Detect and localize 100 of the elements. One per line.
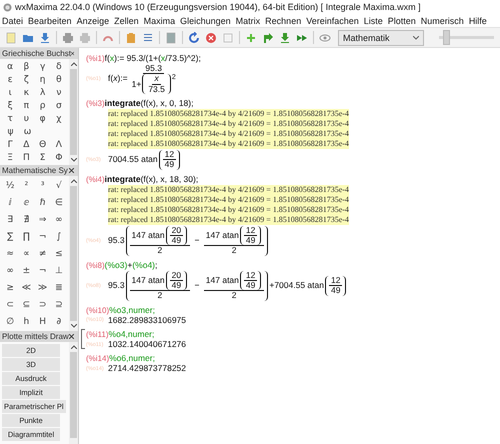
symbol-button[interactable]: θ <box>50 74 67 84</box>
symbol-button[interactable]: Δ <box>18 140 34 150</box>
printer-icon[interactable] <box>62 32 74 44</box>
symbol-button[interactable]: φ <box>34 114 51 124</box>
symbol-button[interactable]: ⊂ <box>2 300 18 310</box>
cell-bracket[interactable] <box>81 329 85 350</box>
symbol-button[interactable]: ¬ <box>34 232 51 242</box>
eye-icon[interactable] <box>319 32 331 44</box>
arrow-icon[interactable] <box>262 32 274 44</box>
refresh-icon[interactable] <box>188 32 200 44</box>
symbol-button[interactable]: Λ <box>50 140 67 150</box>
symbol-button[interactable]: ∏ <box>18 232 34 242</box>
symbol-button[interactable]: υ <box>18 114 34 124</box>
symbol-button[interactable]: η <box>34 74 51 84</box>
symbol-button[interactable]: ∞ <box>2 266 18 276</box>
symbol-button[interactable]: Ξ <box>2 152 18 162</box>
symbol-button[interactable]: ∈ <box>50 198 67 208</box>
symbol-button[interactable]: δ <box>50 62 67 72</box>
menu-item[interactable]: Hilfe <box>468 16 487 26</box>
close-icon[interactable] <box>69 168 74 173</box>
symbol-button[interactable]: ∄ <box>18 214 34 224</box>
symbol-button[interactable]: Π <box>18 152 34 162</box>
symbol-button[interactable]: Σ <box>34 152 51 162</box>
menu-item[interactable]: Bearbeiten <box>28 16 72 26</box>
stop-icon[interactable] <box>205 32 217 44</box>
clipboard-icon[interactable] <box>125 32 137 44</box>
input-code[interactable]: %o6,numer; <box>109 353 155 364</box>
symbol-button[interactable]: H <box>34 316 51 326</box>
menu-item[interactable]: Gleichungen <box>180 16 231 26</box>
scrollbar[interactable] <box>69 59 78 165</box>
symbol-button[interactable]: ℏ <box>34 198 51 208</box>
input-code[interactable]: (%o3)+(%o4); <box>104 260 158 270</box>
symbol-button[interactable]: ⊆ <box>18 300 34 310</box>
symbol-button[interactable]: Φ <box>50 152 67 162</box>
symbol-button[interactable]: γ <box>34 62 51 72</box>
symbol-button[interactable]: ω <box>19 126 36 136</box>
symbol-button[interactable]: ⇒ <box>34 214 51 224</box>
save-icon[interactable] <box>39 32 51 44</box>
menu-item[interactable]: Plotten <box>388 16 416 26</box>
plus-icon[interactable] <box>245 32 257 44</box>
symbol-button[interactable]: α <box>2 62 18 72</box>
close-icon[interactable] <box>70 51 74 56</box>
symbol-button[interactable]: ≥ <box>2 282 18 292</box>
symbol-button[interactable]: β <box>18 62 34 72</box>
symbol-button[interactable]: ⊥ <box>50 266 67 276</box>
symbol-button[interactable]: χ <box>50 114 67 124</box>
symbol-button[interactable]: ι <box>2 88 18 98</box>
symbol-button[interactable]: ρ <box>34 100 51 110</box>
symbol-button[interactable]: λ <box>34 88 51 98</box>
symbol-button[interactable]: ≪ <box>18 282 34 292</box>
symbol-button[interactable]: ≣ <box>50 282 67 292</box>
menu-item[interactable]: Numerisch <box>420 16 464 26</box>
symbol-button[interactable]: ≫ <box>34 282 51 292</box>
symbol-button[interactable]: ∑ <box>2 232 18 242</box>
symbol-button[interactable]: √ <box>50 180 67 190</box>
input-code[interactable]: integrate(f(x), x, 0, 18); <box>104 98 194 108</box>
symbol-button[interactable]: ⊇ <box>50 300 67 310</box>
scrollbar[interactable] <box>69 176 78 331</box>
symbol-button[interactable]: ∅ <box>2 316 18 326</box>
symbol-button[interactable]: ⊃ <box>34 300 51 310</box>
symbol-button[interactable]: ± <box>18 266 34 276</box>
symbol-button[interactable]: ≈ <box>2 248 18 258</box>
symbol-button[interactable]: ⅈ <box>2 198 18 208</box>
input-code[interactable]: f(x):= 95.3/(1+(x/73.5)^2); <box>104 53 201 63</box>
menu-item[interactable]: Rechnen <box>265 16 302 26</box>
symbol-button[interactable]: κ <box>18 88 34 98</box>
symbol-button[interactable]: ∝ <box>18 248 34 258</box>
close-icon[interactable] <box>69 334 74 339</box>
input-code[interactable]: integrate(f(x), x, 18, 30); <box>104 174 198 184</box>
menu-item[interactable]: Datei <box>2 16 24 26</box>
symbol-button[interactable]: ⅇ <box>18 198 34 208</box>
symbol-button[interactable]: σ <box>50 100 67 110</box>
symbol-button[interactable]: ¬ <box>34 266 51 276</box>
symbol-button[interactable]: ½ <box>2 180 18 190</box>
symbol-button[interactable]: ∞ <box>50 214 67 224</box>
symbol-button[interactable]: ³ <box>34 180 51 190</box>
symbol-button[interactable]: ζ <box>18 74 34 84</box>
symbol-button[interactable]: ≤ <box>50 248 67 258</box>
symbol-button[interactable]: ∫ <box>50 232 67 242</box>
menu-item[interactable]: Liste <box>364 16 383 26</box>
symbol-button[interactable]: ψ <box>2 126 19 136</box>
symbol-button[interactable]: ≠ <box>34 248 51 258</box>
mode-dropdown[interactable]: Mathematik <box>338 30 424 46</box>
download-icon[interactable] <box>279 32 291 44</box>
menu-item[interactable]: Zellen <box>114 16 139 26</box>
menu-item[interactable]: Anzeige <box>76 16 110 26</box>
symbol-button[interactable]: π <box>18 100 34 110</box>
input-code[interactable]: %o3,numer; <box>109 304 155 315</box>
symbol-button[interactable]: h <box>18 316 34 326</box>
page-icon[interactable] <box>165 32 177 44</box>
menu-item[interactable]: Matrix <box>236 16 260 26</box>
symbol-button[interactable]: ∂ <box>50 316 67 326</box>
input-code[interactable]: %o4,numer; <box>108 329 154 340</box>
symbol-button[interactable]: Γ <box>2 140 18 150</box>
symbol-button[interactable]: ∃ <box>2 214 18 224</box>
symbol-button[interactable]: ² <box>18 180 34 190</box>
menu-item[interactable]: Maxima <box>144 16 176 26</box>
symbol-button[interactable]: Θ <box>34 140 51 150</box>
menu-item[interactable]: Vereinfachen <box>306 16 359 26</box>
list-icon[interactable] <box>142 32 154 44</box>
